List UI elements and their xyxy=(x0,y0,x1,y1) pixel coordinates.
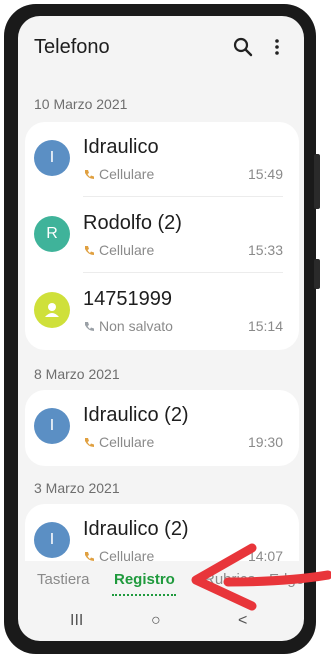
call-type: Cellulare xyxy=(83,434,154,450)
contact-avatar: I xyxy=(34,522,70,558)
call-time: 15:33 xyxy=(247,242,283,258)
contact-avatar xyxy=(34,292,70,328)
call-type-label: Cellulare xyxy=(99,166,155,182)
tab-edge[interactable]: Edge xyxy=(269,571,304,588)
call-log-row[interactable]: R Rodolfo (2) Cellulare 15:33 xyxy=(25,198,299,273)
contact-avatar: I xyxy=(34,408,70,444)
contact-name: 14751999 xyxy=(83,288,172,310)
call-type-label: Cellulare xyxy=(99,434,155,450)
contact-name: Idraulico xyxy=(83,136,159,158)
contact-avatar: R xyxy=(34,216,70,252)
search-icon[interactable] xyxy=(232,36,254,58)
more-vertical-icon[interactable] xyxy=(266,36,288,58)
back-button[interactable]: < xyxy=(238,612,247,630)
call-time: 19:30 xyxy=(247,434,283,450)
contact-name: Rodolfo (2) xyxy=(83,212,182,234)
call-outgoing-icon xyxy=(85,246,94,255)
home-button[interactable]: ○ xyxy=(151,612,161,630)
call-time: 15:49 xyxy=(247,166,283,182)
call-log-card: I Idraulico Cellulare 15:49 R Rodolfo (2… xyxy=(25,122,299,350)
call-time: 15:14 xyxy=(247,318,283,334)
phone-screen: Telefono 10 Marzo 2021 I Idraulico Cellu… xyxy=(18,16,304,641)
contact-name: Idraulico (2) xyxy=(83,518,189,540)
tab-contacts[interactable]: Rubrica xyxy=(204,571,256,588)
row-divider xyxy=(83,272,283,273)
call-type: Non salvato xyxy=(83,318,173,334)
volume-button xyxy=(314,259,320,289)
tab-keypad[interactable]: Tastiera xyxy=(37,571,90,588)
call-outgoing-icon xyxy=(85,170,94,179)
call-incoming-icon xyxy=(85,322,94,331)
tab-recents[interactable]: Registro xyxy=(114,571,175,588)
recent-apps-button[interactable]: III xyxy=(70,612,83,630)
power-button xyxy=(314,154,320,209)
call-log-row[interactable]: 14751999 Non salvato 15:14 xyxy=(25,274,299,349)
row-divider xyxy=(83,196,283,197)
call-type-label: Cellulare xyxy=(99,242,155,258)
call-type: Cellulare xyxy=(83,166,154,182)
contact-name: Idraulico (2) xyxy=(83,404,189,426)
call-log-row[interactable]: I Idraulico Cellulare 15:49 xyxy=(25,122,299,197)
active-tab-indicator xyxy=(112,594,176,596)
section-date: 10 Marzo 2021 xyxy=(34,96,128,112)
call-type: Cellulare xyxy=(83,242,154,258)
app-bar: Telefono xyxy=(18,16,304,76)
call-outgoing-icon xyxy=(85,438,94,447)
section-date: 8 Marzo 2021 xyxy=(34,366,120,382)
contact-avatar: I xyxy=(34,140,70,176)
person-icon xyxy=(45,303,59,317)
section-date: 3 Marzo 2021 xyxy=(34,480,120,496)
system-nav-bar: III ○ < xyxy=(18,606,304,641)
call-log-card: I Idraulico (2) Cellulare 19:30 xyxy=(25,390,299,466)
bottom-tab-bar: Tastiera Registro Rubrica Edge xyxy=(18,561,304,599)
call-type-label: Non salvato xyxy=(99,318,173,334)
app-title: Telefono xyxy=(34,36,110,58)
call-log-row[interactable]: I Idraulico (2) Cellulare 19:30 xyxy=(25,390,299,465)
